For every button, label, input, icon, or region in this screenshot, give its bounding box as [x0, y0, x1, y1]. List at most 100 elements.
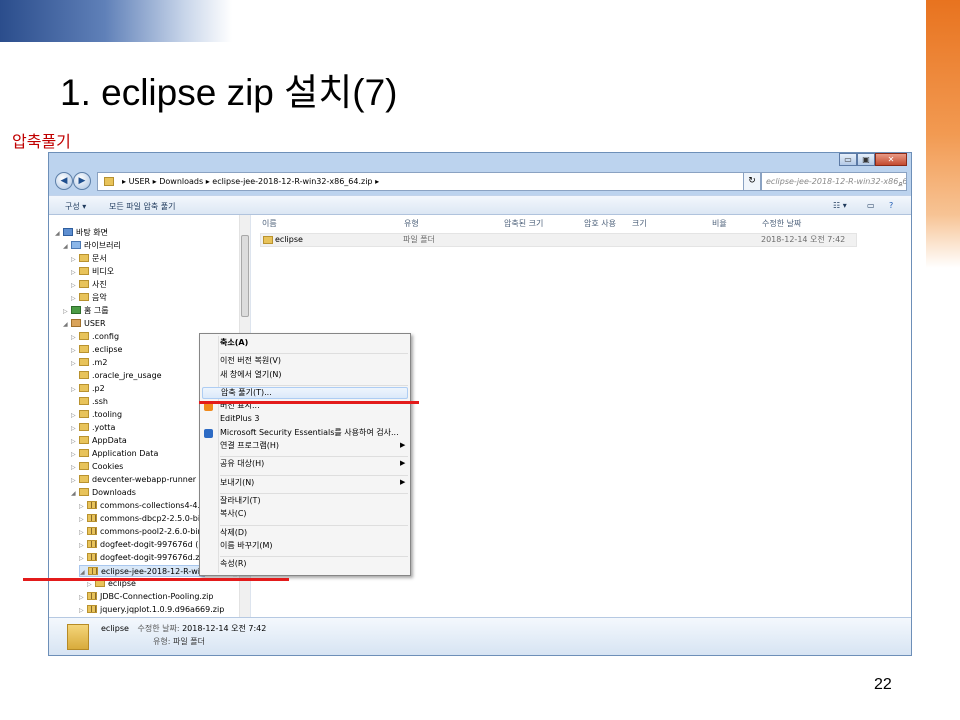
column-password[interactable]: 암호 사용 [584, 218, 616, 229]
tree-item[interactable]: ▷ 사진 [71, 279, 107, 291]
menu-item[interactable]: 이전 버전 복원(V) [220, 355, 281, 366]
menu-item[interactable]: EditPlus 3 [220, 414, 259, 423]
tree-item[interactable]: ▷ jquery.jqplot.1.0.9.d96a669.zip [79, 604, 224, 616]
menu-item[interactable]: 연결 프로그램(H) [220, 440, 279, 451]
tree-item[interactable]: ▷ .config [71, 331, 119, 343]
folder-icon [79, 358, 89, 366]
expand-arrow-icon[interactable]: ▷ [79, 501, 87, 513]
tree-item[interactable]: ▷ Application Data [71, 448, 158, 460]
expand-arrow-icon[interactable]: ▷ [71, 332, 79, 344]
help-icon[interactable]: ? [889, 201, 893, 210]
tree-item[interactable]: ◢ USER [63, 318, 106, 330]
search-icon[interactable]: ⌕ [899, 175, 903, 190]
expand-arrow-icon[interactable]: ▷ [71, 254, 79, 266]
tree-item-label: jquery.jqplot.1.0.9.d96a669.zip [100, 605, 225, 614]
menu-item[interactable]: 압축 풀기(T)... [202, 386, 408, 399]
refresh-icon[interactable]: ↻ [743, 172, 761, 191]
search-input[interactable]: eclipse-jee-2018-12-R-win32-x86_6... ⌕ [761, 172, 907, 191]
column-ratio[interactable]: 비율 [712, 218, 727, 229]
tree-item[interactable]: ▷ .eclipse [71, 344, 122, 356]
menu-item[interactable]: 공유 대상(H) [220, 458, 264, 469]
window-titlebar[interactable]: ▭ ▣ ✕ [49, 153, 911, 169]
tree-item[interactable]: ▷ 음악 [71, 292, 107, 304]
extract-all-button[interactable]: 모든 파일 압축 풀기 [109, 201, 176, 212]
file-row[interactable]: eclipse 파일 폴더 2018-12-14 오전 7:42 [260, 233, 857, 247]
tree-item[interactable]: ◢ eclipse-jee-2018-12-R-win32-x86_64.zip [79, 565, 250, 577]
expand-arrow-icon[interactable]: ▷ [71, 280, 79, 292]
breadcrumb-zip[interactable]: eclipse-jee-2018-12-R-win32-x86_64.zip [212, 177, 372, 186]
expand-arrow-icon[interactable]: ▷ [71, 475, 79, 487]
view-options-icon[interactable]: ☷ ▾ [833, 201, 847, 210]
tree-item-label: JDBC-Connection-Pooling.zip [100, 592, 214, 601]
menu-item[interactable]: 속성(R) [220, 558, 247, 569]
tree-item[interactable]: ◢ Downloads [71, 487, 136, 499]
zip-folder-icon [87, 527, 97, 535]
menu-item[interactable]: 이름 바꾸기(M) [220, 540, 273, 551]
tree-item[interactable]: ▷ .m2 [71, 357, 107, 369]
column-name[interactable]: 이름 [262, 218, 277, 229]
scroll-thumb[interactable] [241, 235, 249, 317]
expand-arrow-icon[interactable]: ▷ [71, 345, 79, 357]
expand-arrow-icon[interactable]: ▷ [63, 306, 71, 318]
expand-arrow-icon[interactable]: ◢ [63, 319, 71, 331]
menu-item[interactable]: 복사(C) [220, 508, 247, 519]
expand-arrow-icon[interactable]: ◢ [63, 241, 71, 253]
expand-arrow-icon[interactable]: ▷ [71, 358, 79, 370]
menu-item[interactable]: 삭제(D) [220, 527, 247, 538]
menu-item[interactable]: 보내기(N) [220, 477, 254, 488]
expand-arrow-icon[interactable]: ▷ [71, 436, 79, 448]
column-type[interactable]: 유형 [404, 218, 419, 229]
expand-arrow-icon[interactable]: ▷ [79, 592, 87, 604]
maximize-button[interactable]: ▣ [857, 153, 875, 166]
tree-item[interactable]: ▷ JDBC-Connection-Pooling.zip [79, 591, 213, 603]
expand-arrow-icon[interactable]: ▷ [79, 527, 87, 539]
tree-item[interactable]: ▷ .tooling [71, 409, 122, 421]
tree-item[interactable]: ▷ AppData [71, 435, 127, 447]
forward-button[interactable]: ▶ [73, 172, 91, 190]
menu-item[interactable]: 새 창에서 열기(N) [220, 369, 281, 380]
menu-item[interactable]: 축소(A) [220, 337, 248, 348]
expand-arrow-icon[interactable]: ◢ [71, 488, 79, 500]
tree-item[interactable]: .ssh [71, 396, 108, 408]
expand-arrow-icon[interactable]: ▷ [71, 449, 79, 461]
tree-item[interactable]: ▷ dogfeet-dogit-997676d.zip [79, 552, 207, 564]
preview-pane-icon[interactable]: ▭ [867, 201, 875, 210]
breadcrumb-user[interactable]: USER [129, 177, 151, 186]
expand-arrow-icon[interactable]: ▷ [79, 553, 87, 565]
expand-arrow-icon[interactable]: ▷ [71, 423, 79, 435]
tree-item-label: AppData [92, 436, 127, 445]
expand-arrow-icon[interactable]: ▷ [71, 293, 79, 305]
tree-item[interactable]: ▷ 비디오 [71, 266, 114, 278]
column-modified[interactable]: 수정한 날짜 [762, 218, 801, 229]
tree-item[interactable]: ▷ .p2 [71, 383, 105, 395]
address-bar[interactable]: ▸ USER ▸ Downloads ▸ eclipse-jee-2018-12… [97, 172, 747, 191]
tree-item[interactable]: ▷ commons-pool2-2.6.0-bin.zip [79, 526, 217, 538]
tree-item[interactable]: ◢ 라이브러리 [63, 240, 121, 252]
tree-item-label: 라이브러리 [84, 241, 121, 250]
expand-arrow-icon[interactable]: ▷ [71, 410, 79, 422]
expand-arrow-icon[interactable]: ▷ [79, 540, 87, 552]
tree-item[interactable]: ▷ Cookies [71, 461, 123, 473]
expand-arrow-icon[interactable]: ▷ [79, 514, 87, 526]
tree-item[interactable]: ▷ devcenter-webapp-runner [71, 474, 196, 486]
tree-item[interactable]: ◢ 바탕 화면 [55, 227, 108, 239]
expand-arrow-icon[interactable]: ▷ [71, 267, 79, 279]
close-button[interactable]: ✕ [875, 153, 907, 166]
menu-item[interactable]: 잘라내기(T) [220, 495, 261, 506]
tree-item[interactable]: ▷ 홈 그룹 [63, 305, 109, 317]
minimize-button[interactable]: ▭ [839, 153, 857, 166]
menu-separator [220, 493, 408, 494]
expand-arrow-icon[interactable]: ▷ [71, 462, 79, 474]
column-compressed-size[interactable]: 압축된 크기 [504, 218, 543, 229]
organize-button[interactable]: 구성 ▾ [65, 201, 86, 212]
expand-arrow-icon[interactable]: ▷ [79, 605, 87, 617]
tree-item[interactable]: .oracle_jre_usage [71, 370, 162, 382]
back-button[interactable]: ◀ [55, 172, 73, 190]
expand-arrow-icon[interactable]: ◢ [55, 228, 63, 240]
tree-item[interactable]: ▷ .yotta [71, 422, 115, 434]
breadcrumb-downloads[interactable]: Downloads [159, 177, 203, 186]
tree-item[interactable]: ▷ 문서 [71, 253, 107, 265]
menu-item[interactable]: Microsoft Security Essentials를 사용하여 검사..… [220, 427, 399, 438]
expand-arrow-icon[interactable]: ▷ [71, 384, 79, 396]
column-size[interactable]: 크기 [632, 218, 647, 229]
